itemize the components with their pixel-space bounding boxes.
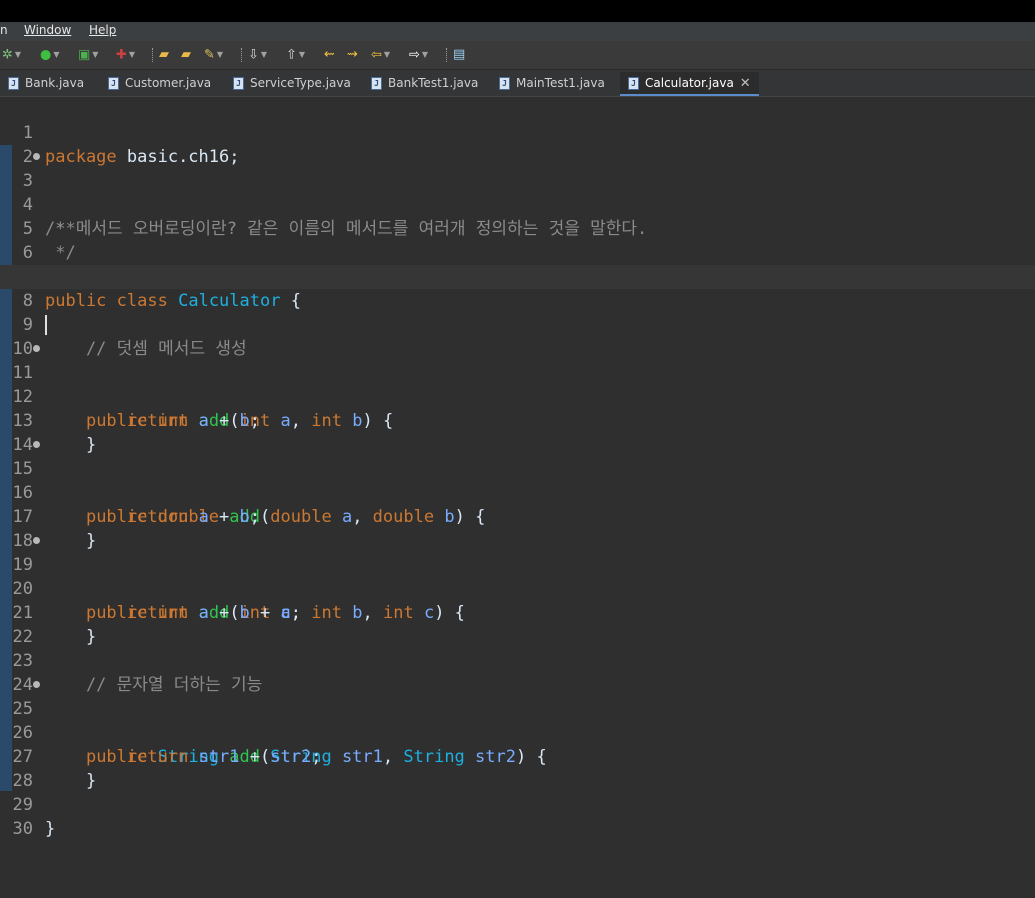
tab-label: Bank.java: [25, 76, 85, 90]
edit-pen-icon[interactable]: ✎ ▼: [204, 45, 223, 65]
tab-bank-java[interactable]: J Bank.java: [8, 72, 84, 94]
code-line: 30: [0, 793, 1035, 839]
code-line: 27 }: [0, 721, 1035, 791]
editor-tab-bar: J Bank.java J Customer.java J ServiceType.j…: [0, 70, 1035, 97]
window-title-strip: [0, 0, 1035, 22]
line-number: 30: [12, 819, 33, 839]
code-line: 22: [0, 601, 1035, 647]
forward-edit-icon[interactable]: ⇝: [347, 45, 358, 65]
menu-label-window: Window: [24, 23, 72, 37]
code-line: 3 /**: [0, 145, 1035, 239]
fold-toggle-icon[interactable]: [33, 345, 40, 352]
code-line: 23 // 문자열 더하는 기능: [0, 625, 1035, 695]
code-line: 18: [0, 505, 1035, 551]
tab-servicetype-java[interactable]: J ServiceType.java: [233, 72, 351, 94]
open-type-icon[interactable]: ▰: [159, 45, 169, 65]
fold-toggle-icon[interactable]: [33, 537, 40, 544]
code-line: 20 return a + b + c;: [0, 553, 1035, 623]
tab-customer-java[interactable]: J Customer.java: [108, 72, 211, 94]
java-file-icon: J: [371, 77, 382, 90]
code-line: 9 // 덧셈 메서드 생성: [0, 289, 1035, 359]
code-line: 17 }: [0, 481, 1035, 551]
code-line: 25 public String add(String str1, String…: [0, 673, 1035, 767]
toolbar-separator: [446, 48, 448, 62]
code-line: 26 return str1 + str2;: [0, 697, 1035, 767]
tab-label: ServiceType.java: [250, 76, 351, 90]
code-line: 15 public double add(double a, double b)…: [0, 433, 1035, 527]
java-file-icon: J: [628, 77, 639, 90]
code-line: 10: [0, 313, 1035, 359]
java-file-icon: J: [8, 77, 19, 90]
tab-calculator-java[interactable]: J Calculator.java ✕: [620, 72, 759, 96]
tab-label: Customer.java: [125, 76, 212, 90]
fold-toggle-icon[interactable]: [33, 681, 40, 688]
code-line-current: 8: [0, 265, 1035, 335]
java-file-icon: J: [499, 77, 510, 90]
menu-item-help[interactable]: Help: [89, 23, 116, 37]
java-file-icon: J: [108, 77, 119, 90]
back-icon[interactable]: ⇦ ▼: [371, 45, 390, 65]
code-line: 13 }: [0, 385, 1035, 455]
external-tools-icon[interactable]: ✚ ▼: [116, 45, 135, 65]
code-line: 21 }: [0, 577, 1035, 647]
open-folder-icon[interactable]: ▰: [181, 45, 191, 65]
code-line: 1 package basic.ch16;: [0, 97, 1035, 167]
close-icon[interactable]: ✕: [740, 73, 751, 95]
coverage-icon[interactable]: ▣ ▼: [78, 45, 98, 65]
code-line: 5 */: [0, 193, 1035, 263]
fold-toggle-icon[interactable]: [33, 153, 40, 160]
tab-banktest1-java[interactable]: J BankTest1.java: [371, 72, 478, 94]
tab-label: Calculator.java: [645, 76, 734, 90]
code-line: 29 }: [0, 769, 1035, 839]
next-annotation-icon[interactable]: ⇩ ▼: [248, 45, 267, 65]
code-line: 14: [0, 409, 1035, 455]
forward-icon[interactable]: ⇨ ▼: [409, 45, 428, 65]
code-line: 6: [0, 217, 1035, 263]
code-line: 4 * 메서드 오버로딩이란? 같은 이름의 메서드를 여러개 정의하는 것을 …: [0, 169, 1035, 239]
back-edit-icon[interactable]: ⇜: [324, 45, 335, 65]
java-file-icon: J: [233, 77, 244, 90]
code-line: 11 public int add(int a, int b) {: [0, 337, 1035, 431]
code-line: 7 public class Calculator {: [0, 241, 1035, 311]
code-editor[interactable]: 1 package basic.ch16; 2 3 /** 4 * 메서드 오버…: [0, 97, 1035, 898]
main-toolbar: ✲ ▼ ● ▼ ▣ ▼ ✚ ▼ ▰ ▰ ✎ ▼ ⇩ ▼ ⇧ ▼ ⇜ ⇝ ⇦ ▼ ⇨ ▼ ▤: [0, 41, 1035, 70]
menu-label-help: Help: [89, 23, 117, 37]
tab-label: MainTest1.java: [516, 76, 605, 90]
menu-bar: n Window Help: [0, 22, 1035, 41]
code-line: 19 public int add(int a, int b, int c) {: [0, 529, 1035, 623]
code-line: 28: [0, 745, 1035, 791]
fold-toggle-icon[interactable]: [33, 441, 40, 448]
debug-icon[interactable]: ✲ ▼: [2, 45, 21, 65]
run-icon[interactable]: ● ▼: [40, 45, 60, 65]
code-line: 2: [0, 121, 1035, 167]
tab-label: BankTest1.java: [388, 76, 479, 90]
toolbar-separator: [241, 48, 243, 62]
open-console-icon[interactable]: ▤: [453, 45, 465, 65]
menu-item-navigate-partial[interactable]: n: [0, 23, 8, 37]
toolbar-separator: [152, 48, 154, 62]
code-line: 16 return a + b;: [0, 457, 1035, 527]
menu-item-window[interactable]: Window: [24, 23, 71, 37]
code-line: 12 return a + b;: [0, 361, 1035, 431]
tab-maintest1-java[interactable]: J MainTest1.java: [499, 72, 605, 94]
brace: }: [45, 819, 56, 839]
prev-annotation-icon[interactable]: ⇧ ▼: [286, 45, 305, 65]
code-line: 24: [0, 649, 1035, 695]
